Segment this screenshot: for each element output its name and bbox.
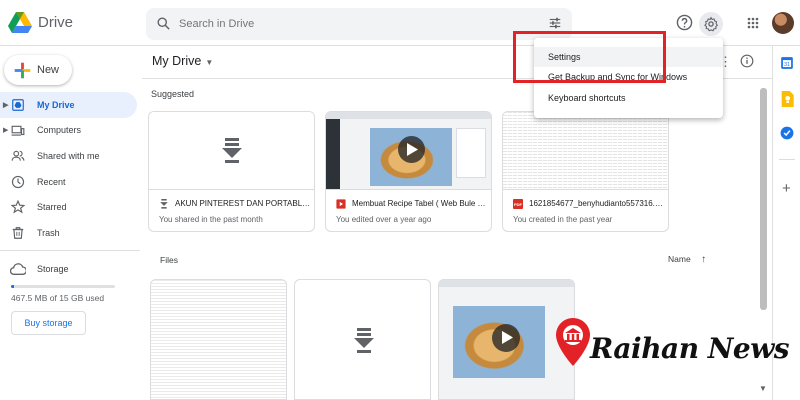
new-button[interactable]: New <box>4 55 72 85</box>
card-thumbnail <box>503 112 668 189</box>
sidebar-item-label: Trash <box>37 227 60 238</box>
calendar-icon[interactable]: 31 <box>780 56 794 70</box>
trash-icon <box>12 227 24 239</box>
storage-usage-fill <box>11 285 15 288</box>
search-icon[interactable] <box>156 16 171 31</box>
drive-logo-icon <box>8 12 32 33</box>
file-download-icon <box>222 138 242 163</box>
video-file-icon <box>336 199 346 209</box>
browser-thumbnail-bar <box>326 112 491 119</box>
drive-logo[interactable]: Drive <box>8 12 73 33</box>
sidebar-item-label: Starred <box>37 202 67 213</box>
card-meta: Membuat Recipe Tabel ( Web Bule ).... Yo… <box>326 189 491 231</box>
buy-storage-button[interactable]: Buy storage <box>11 311 86 335</box>
plus-icon <box>14 62 31 79</box>
my-drive-icon <box>12 99 24 111</box>
watermark-logo: Raihan News <box>556 318 800 400</box>
play-icon <box>407 143 418 156</box>
suggested-heading: Suggested <box>151 89 195 99</box>
file-card-1[interactable] <box>150 279 287 400</box>
file-download-icon <box>160 199 168 209</box>
menu-item-keyboard-shortcuts[interactable]: Keyboard shortcuts <box>534 88 723 108</box>
document-preview <box>151 280 286 399</box>
play-button[interactable] <box>398 136 425 163</box>
apps-grid-icon[interactable] <box>747 17 759 29</box>
search-bar[interactable] <box>146 8 572 40</box>
suggested-card-1[interactable]: AKUN PINTEREST DAN PORTABLEN... You shar… <box>148 111 315 232</box>
sidebar-item-trash[interactable]: Trash <box>0 220 140 246</box>
help-icon[interactable] <box>676 14 693 31</box>
document-preview <box>503 112 668 189</box>
expand-caret-icon[interactable]: ▶ <box>3 126 8 134</box>
page-title: My Drive <box>152 54 202 68</box>
sidebar-nav: ▶ My Drive ▶ Computers Shared with me Re… <box>0 92 140 246</box>
new-button-label: New <box>37 64 60 76</box>
sidebar-item-label: Computers <box>37 125 82 136</box>
shared-icon <box>11 150 25 161</box>
arrow-up-icon: ↑ <box>701 254 707 265</box>
sidebar-item-label: Recent <box>37 176 66 187</box>
card-subtitle: You created in the past year <box>513 215 613 224</box>
play-button[interactable] <box>492 324 520 352</box>
sort-by-name-button[interactable]: Name ↑ <box>668 254 706 265</box>
sidebar-thumbnail <box>326 119 340 189</box>
search-options-icon[interactable] <box>548 16 562 30</box>
card-title: AKUN PINTEREST DAN PORTABLEN... <box>175 199 311 208</box>
card-meta: PDF 1621854677_benyhudianto557316.p... Y… <box>503 189 668 231</box>
star-icon <box>11 200 25 214</box>
card-thumbnail <box>326 112 491 189</box>
sidebar-item-label: My Drive <box>37 99 75 110</box>
keep-icon[interactable] <box>780 91 794 107</box>
search-input[interactable] <box>179 16 549 32</box>
sidebar-item-starred[interactable]: Starred <box>0 194 140 220</box>
expand-caret-icon[interactable]: ▶ <box>3 101 8 109</box>
cloud-icon <box>10 263 26 275</box>
card-thumbnail <box>439 280 574 399</box>
sidebar-divider <box>0 250 140 251</box>
sidebar-item-label: Shared with me <box>37 150 100 161</box>
storage-used-text: 467.5 MB of 15 GB used <box>11 293 105 303</box>
add-addon-icon[interactable]: + <box>782 180 791 197</box>
sidebar-item-recent[interactable]: Recent <box>0 169 140 195</box>
thumbnail-panel <box>456 128 486 178</box>
suggested-card-3[interactable]: PDF 1621854677_benyhudianto557316.p... Y… <box>502 111 669 232</box>
svg-text:31: 31 <box>784 62 790 68</box>
sidebar-item-shared-with-me[interactable]: Shared with me <box>0 143 140 169</box>
file-card-2[interactable] <box>294 279 431 400</box>
watermark-text: Raihan News <box>590 332 790 365</box>
suggested-card-2[interactable]: Membuat Recipe Tabel ( Web Bule ).... Yo… <box>325 111 492 232</box>
storage-label[interactable]: Storage <box>37 264 69 274</box>
annotation-highlight-box <box>513 31 666 83</box>
app-name: Drive <box>38 14 74 31</box>
browser-thumbnail-bar <box>439 280 574 287</box>
files-heading: Files <box>160 255 178 265</box>
computers-icon <box>11 125 25 136</box>
card-meta: AKUN PINTEREST DAN PORTABLEN... You shar… <box>149 189 314 231</box>
card-title: 1621854677_benyhudianto557316.p... <box>529 199 665 208</box>
sidebar-item-computers[interactable]: ▶ Computers <box>0 118 140 144</box>
rail-divider <box>779 159 795 160</box>
gear-icon <box>704 16 719 32</box>
card-title: Membuat Recipe Tabel ( Web Bule ).... <box>352 199 488 208</box>
map-pin-icon <box>556 318 590 366</box>
file-download-icon <box>354 328 374 353</box>
play-icon <box>502 331 513 344</box>
sidebar-item-my-drive[interactable]: ▶ My Drive <box>0 92 137 118</box>
tasks-icon[interactable] <box>780 126 794 140</box>
pdf-icon: PDF <box>513 199 523 209</box>
file-card-3[interactable] <box>438 279 575 400</box>
storage-usage-bar <box>11 285 115 288</box>
clock-icon <box>11 175 25 188</box>
card-subtitle: You shared in the past month <box>159 215 263 224</box>
card-subtitle: You edited over a year ago <box>336 215 432 224</box>
scrollbar-thumb[interactable] <box>760 88 767 310</box>
my-drive-dropdown[interactable]: My Drive ▼ <box>152 54 213 68</box>
sort-label: Name <box>668 254 691 264</box>
settings-button[interactable] <box>699 12 723 36</box>
chevron-down-icon: ▼ <box>205 58 214 67</box>
pdf-icon-text: PDF <box>514 201 522 207</box>
account-avatar[interactable] <box>772 12 794 34</box>
card-thumbnail <box>149 112 314 189</box>
info-icon[interactable] <box>740 54 754 68</box>
